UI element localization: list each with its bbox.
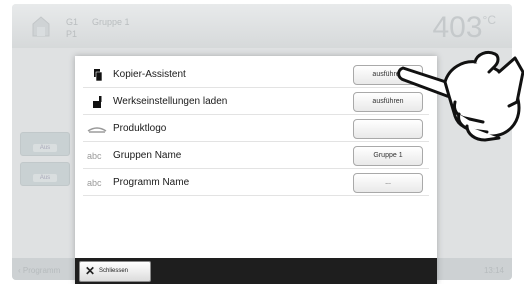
- pointing-hand-icon: [397, 50, 524, 142]
- header-line1: G1: [66, 17, 79, 27]
- dialog-footer: ✕ Schliessen: [75, 258, 437, 284]
- close-icon: ✕: [85, 264, 96, 278]
- abc-text-icon: abc: [87, 178, 102, 188]
- abc-text-icon: abc: [87, 151, 102, 161]
- header-group: Gruppe 1: [92, 17, 130, 27]
- footer-left-text: Programm: [22, 266, 61, 275]
- row-label: Produktlogo: [113, 123, 167, 134]
- background-header: G1 P1 Gruppe 1 403°C: [12, 4, 512, 48]
- row-factory-settings: Werkseinstellungen laden ausführen: [83, 89, 429, 115]
- factory-reset-icon: [93, 96, 102, 108]
- row-product-logo: Produktlogo: [83, 116, 429, 142]
- row-label: Gruppen Name: [113, 150, 182, 161]
- row-copy-assistant: Kopier-Assistent ausführen: [83, 62, 429, 88]
- row-label: Programm Name: [113, 177, 190, 188]
- close-button[interactable]: ✕ Schliessen: [79, 261, 151, 282]
- footer-right-label: 13:14: [483, 266, 504, 275]
- row-label: Kopier-Assistent: [113, 69, 186, 80]
- temperature-value: 403: [432, 11, 483, 44]
- program-name-button[interactable]: ...: [353, 173, 423, 193]
- copy-icon: [94, 69, 103, 82]
- side-button-1-label: Aus: [33, 144, 57, 152]
- temperature-display: 403°C: [432, 11, 496, 45]
- row-label: Werkseinstellungen laden: [113, 96, 228, 107]
- furnace-icon: [32, 16, 50, 37]
- temperature-unit: °C: [482, 13, 496, 27]
- side-button-2: Aus: [20, 162, 70, 186]
- close-button-label: Schliessen: [99, 268, 129, 274]
- logo-icon: [87, 127, 107, 133]
- header-line2: P1: [66, 29, 78, 39]
- row-group-name: abc Gruppen Name Gruppe 1: [83, 143, 429, 169]
- side-button-2-label: Aus: [33, 174, 57, 182]
- footer-left-label: ‹ Programm: [18, 266, 61, 275]
- side-button-1: Aus: [20, 132, 70, 156]
- settings-dialog: Kopier-Assistent ausführen Werkseinstell…: [75, 56, 437, 284]
- row-program-name: abc Programm Name ...: [83, 170, 429, 196]
